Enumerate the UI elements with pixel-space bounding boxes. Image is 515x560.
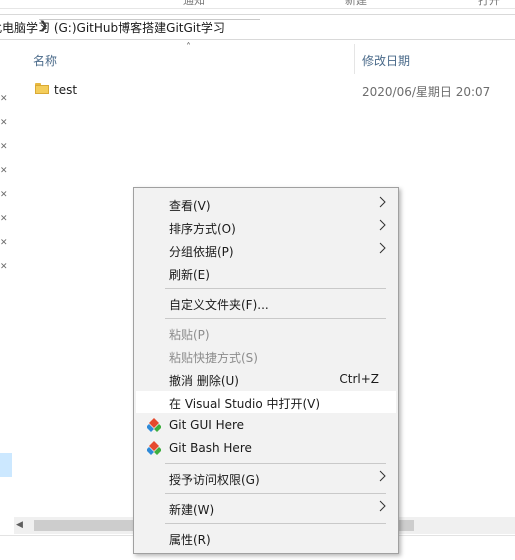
ribbon-label-notify[interactable]: 通知: [183, 0, 205, 8]
pin-icon: ✕: [0, 214, 8, 224]
ribbon-label-open[interactable]: 打开: [478, 0, 500, 8]
menu-item-label: 属性(R): [169, 533, 211, 547]
menu-item-paste[interactable]: 粘贴(P): [136, 322, 396, 344]
menu-item-label: 在 Visual Studio 中打开(V): [169, 397, 321, 411]
chevron-right-icon[interactable]: ❯: [39, 19, 260, 32]
menu-item-label: 粘贴(P): [169, 328, 210, 342]
pin-icon: ✕: [0, 118, 8, 128]
chevron-right-icon: [379, 500, 386, 512]
menu-item-label: 授予访问权限(G): [169, 473, 260, 487]
chevron-right-icon: [379, 470, 386, 482]
pin-icon: ✕: [0, 166, 8, 176]
file-name: test: [54, 83, 78, 97]
address-bar[interactable]: 此电脑❯学习 (G:)❯GitHub博客搭建❯Git❯Git学习❯: [0, 14, 515, 40]
git-bash-icon: [147, 441, 161, 455]
breadcrumb-drive[interactable]: 学习 (G:): [26, 19, 77, 36]
menu-item-view[interactable]: 查看(V): [136, 193, 396, 215]
pin-icon: ✕: [0, 94, 8, 104]
menu-item-group-by[interactable]: 分组依据(P): [136, 239, 396, 261]
chevron-right-icon: [379, 196, 386, 208]
column-date-header[interactable]: 修改日期: [362, 52, 410, 69]
menu-item-open-in-visual-studio[interactable]: 在 Visual Studio 中打开(V): [136, 391, 396, 413]
breadcrumb-github-blog[interactable]: GitHub博客搭建: [77, 19, 167, 36]
menu-item-git-gui[interactable]: Git GUI Here: [136, 414, 396, 436]
folder-icon: [35, 83, 49, 94]
pin-icon: ✕: [0, 142, 8, 152]
menu-item-git-bash[interactable]: Git Bash Here: [136, 437, 396, 459]
menu-item-shortcut: Ctrl+Z: [339, 372, 379, 386]
column-header: ˄ 名称 修改日期: [14, 42, 515, 74]
nav-selected-item[interactable]: [0, 453, 12, 477]
pin-icon: ✕: [0, 262, 8, 272]
navigation-pane[interactable]: ✕ ✕ ✕ ✕ ✕ ✕ ✕ ✕: [0, 40, 14, 536]
menu-item-label: Git Bash Here: [169, 441, 252, 455]
pin-icon: ✕: [0, 238, 8, 248]
file-date: 2020/06/星期日 20:07: [362, 85, 491, 99]
git-gui-icon: [147, 418, 161, 432]
menu-item-label: 撤消 删除(U): [169, 374, 239, 388]
menu-item-label: 排序方式(O): [169, 222, 236, 236]
column-name-header[interactable]: 名称: [33, 52, 57, 69]
scroll-left-icon[interactable]: ◀: [16, 520, 23, 530]
menu-item-customize-folder[interactable]: 自定义文件夹(F)...: [136, 292, 396, 314]
menu-separator: [165, 493, 386, 494]
menu-separator: [165, 463, 386, 464]
ribbon-label-new[interactable]: 新建: [345, 0, 367, 8]
column-divider[interactable]: [354, 44, 355, 74]
menu-item-new[interactable]: 新建(W): [136, 497, 396, 519]
menu-item-label: 查看(V): [169, 199, 211, 213]
menu-item-refresh[interactable]: 刷新(E): [136, 262, 396, 284]
breadcrumb-this-pc[interactable]: 此电脑: [0, 19, 26, 36]
menu-item-label: 自定义文件夹(F)...: [169, 298, 269, 312]
list-item[interactable]: test 2020/06/星期日 20:07: [30, 80, 515, 100]
breadcrumb-git[interactable]: Git: [166, 21, 183, 35]
menu-item-sort-by[interactable]: 排序方式(O): [136, 216, 396, 238]
menu-item-label: 粘贴快捷方式(S): [169, 351, 258, 365]
pin-icon: ✕: [0, 190, 8, 200]
menu-item-label: 刷新(E): [169, 268, 210, 282]
menu-item-label: Git GUI Here: [169, 418, 245, 432]
sort-ascending-icon: ˄: [186, 42, 191, 53]
menu-item-label: 分组依据(P): [169, 245, 234, 259]
menu-item-label: 新建(W): [169, 503, 215, 517]
context-menu: 查看(V) 排序方式(O) 分组依据(P) 刷新(E) 自定义文件夹(F)...…: [133, 187, 399, 554]
ribbon-remnant: 通知 新建 打开: [0, 0, 515, 9]
menu-item-paste-shortcut[interactable]: 粘贴快捷方式(S): [136, 345, 396, 367]
menu-item-undo-delete[interactable]: 撤消 删除(U) Ctrl+Z: [136, 368, 396, 390]
menu-separator: [165, 523, 386, 524]
menu-item-properties[interactable]: 属性(R): [136, 527, 396, 549]
chevron-right-icon: [379, 242, 386, 254]
menu-separator: [165, 318, 386, 319]
breadcrumb-git-study[interactable]: Git学习: [183, 19, 224, 36]
breadcrumb: 此电脑❯学习 (G:)❯GitHub博客搭建❯Git❯Git学习❯: [0, 19, 260, 36]
chevron-right-icon: [379, 219, 386, 231]
menu-item-give-access[interactable]: 授予访问权限(G): [136, 467, 396, 489]
menu-separator: [165, 288, 386, 289]
